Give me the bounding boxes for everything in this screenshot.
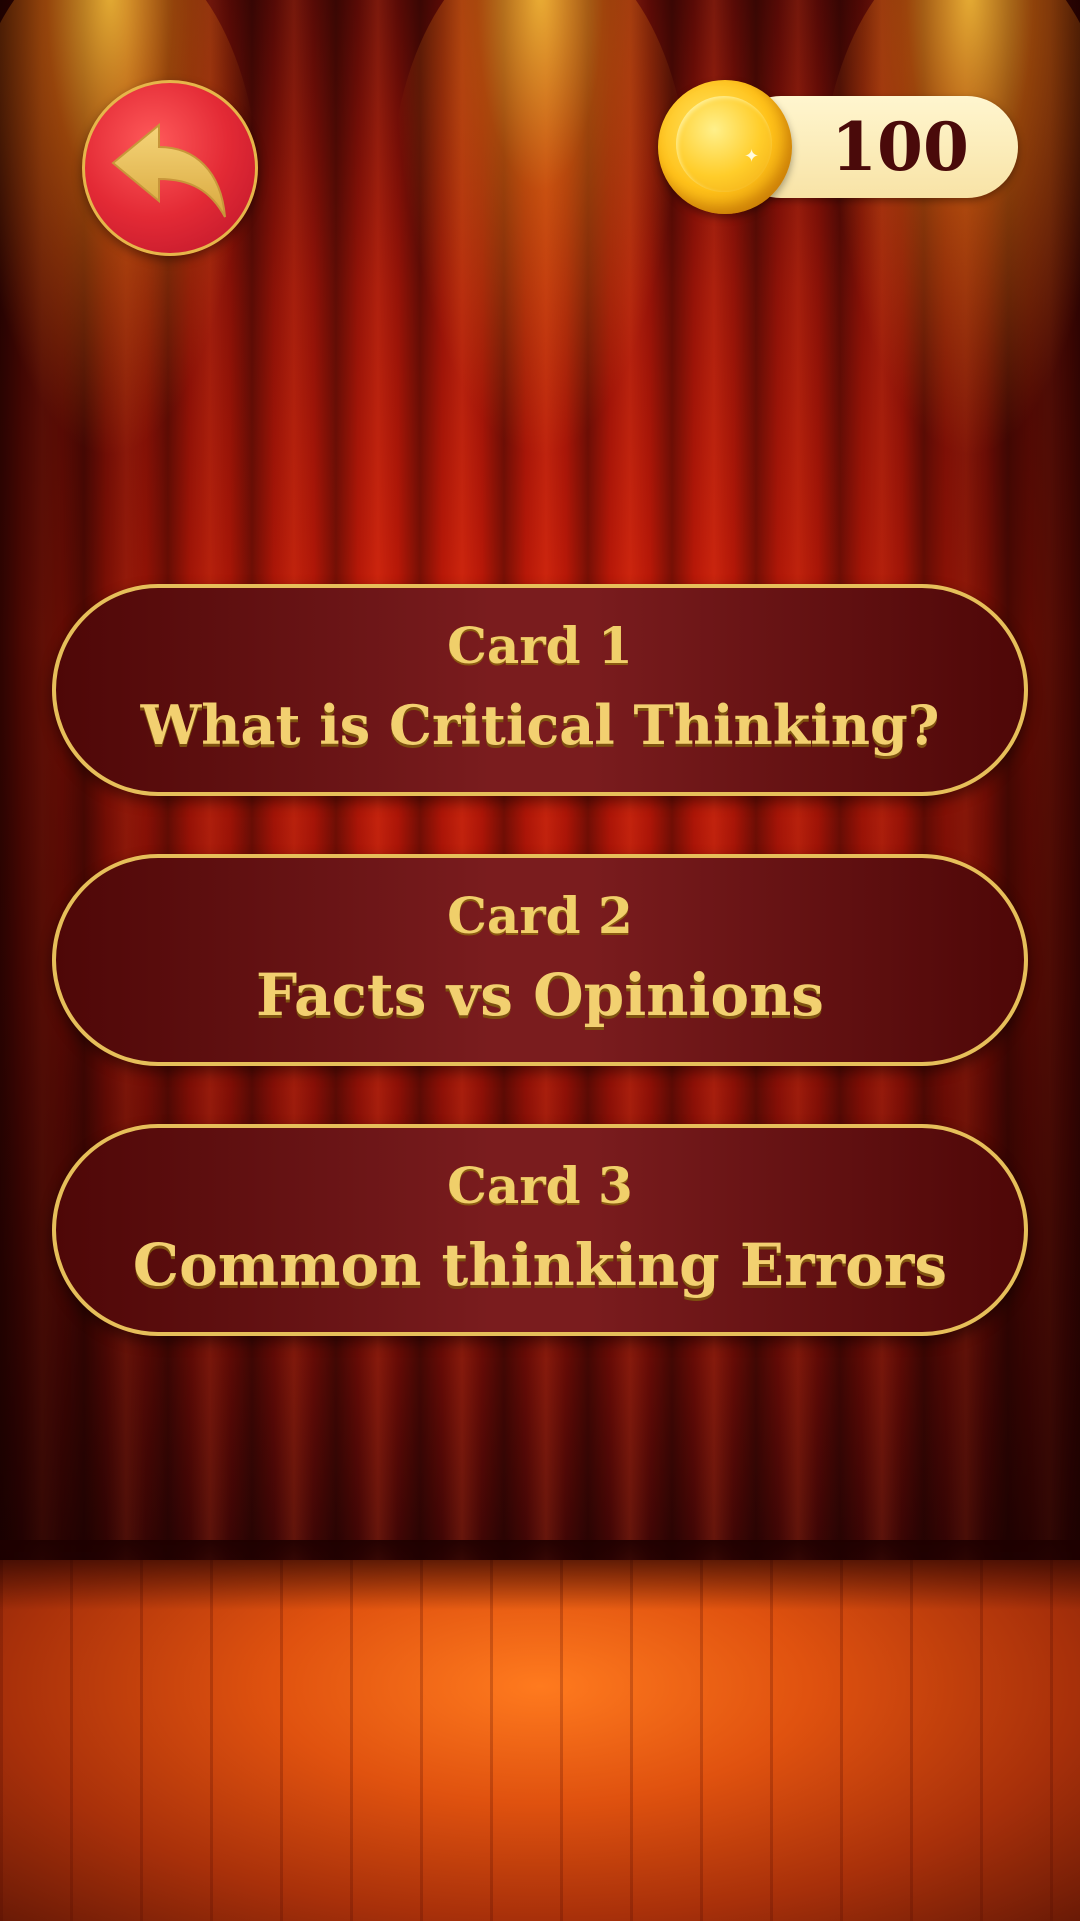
coin-face	[676, 96, 772, 192]
lesson-card-2[interactable]: Card 2 Facts vs Opinions	[52, 854, 1028, 1066]
floor-shadow	[0, 1540, 1080, 1610]
coin-count: 100	[831, 108, 969, 186]
card-title: Facts vs Opinions	[256, 961, 824, 1029]
card-title: What is Critical Thinking?	[140, 693, 940, 757]
undo-arrow-icon	[111, 122, 226, 218]
game-screen: 100 ✦ Card 1 What is Critical Thinking? …	[0, 0, 1080, 1921]
stage-floor	[0, 1560, 1080, 1921]
lesson-card-3[interactable]: Card 3 Common thinking Errors	[52, 1124, 1028, 1336]
card-number: Card 1	[447, 616, 633, 675]
card-number: Card 2	[447, 886, 633, 945]
back-button[interactable]	[82, 80, 258, 256]
sparkle-icon: ✦	[744, 146, 760, 167]
card-title: Common thinking Errors	[132, 1231, 948, 1299]
card-number: Card 3	[447, 1156, 633, 1215]
lesson-card-1[interactable]: Card 1 What is Critical Thinking?	[52, 584, 1028, 796]
gold-coin-icon: ✦	[658, 80, 792, 214]
